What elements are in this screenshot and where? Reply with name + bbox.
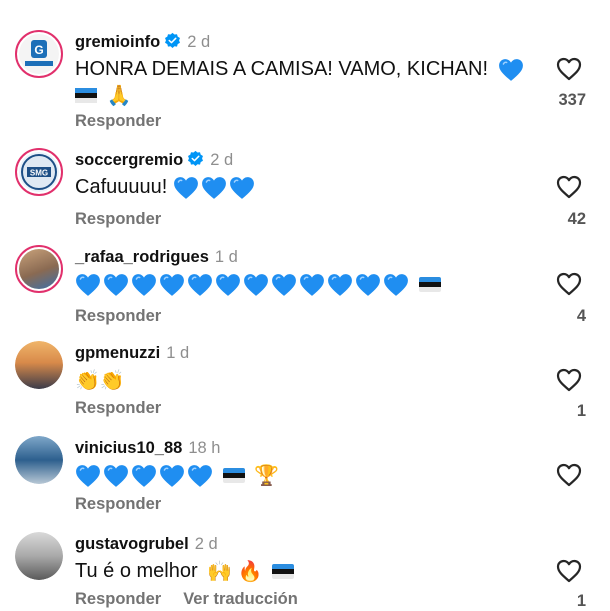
fire-icon: 🔥 (237, 560, 263, 583)
reply-button[interactable]: Responder (75, 590, 161, 608)
estonia-flag-icon (223, 468, 245, 483)
comment-text-line2: 🙏 (75, 82, 131, 109)
blue-heart-icon (103, 273, 129, 297)
blue-heart-icon (187, 273, 213, 297)
comment-header: vinicius10_88 18 h (75, 438, 220, 458)
estonia-flag-icon (272, 564, 294, 579)
blue-hearts (75, 464, 213, 488)
blue-heart-icon (215, 273, 241, 297)
blue-heart-icon (187, 464, 213, 488)
timestamp: 2 d (210, 151, 234, 169)
comments-list: G gremioinfo 2 d HONRA DEMAIS A CAMISA! V… (0, 0, 610, 610)
username[interactable]: gpmenuzzi (75, 344, 160, 362)
estonia-flag-icon (75, 88, 97, 103)
reply-button[interactable]: Responder (75, 307, 161, 326)
blue-heart-icon (201, 176, 227, 200)
reply-button[interactable]: Responder (75, 399, 161, 418)
reply-row: Responder Ver traducción (75, 590, 298, 609)
blue-hearts (173, 176, 255, 200)
username[interactable]: gustavogrubel (75, 535, 189, 553)
like-heart-icon[interactable] (556, 463, 582, 487)
verified-badge-icon (187, 150, 204, 167)
blue-heart-icon (75, 464, 101, 488)
avatar[interactable]: G (15, 30, 63, 78)
like-heart-icon[interactable] (556, 559, 582, 583)
blue-heart-icon (173, 176, 199, 200)
like-count: 1 (576, 592, 586, 610)
blue-heart-icon (271, 273, 297, 297)
blue-heart-icon (355, 273, 381, 297)
like-count: 4 (576, 307, 586, 325)
reply-button[interactable]: Responder (75, 210, 161, 229)
comment-text: 👏👏 (75, 367, 125, 394)
avatar[interactable] (15, 245, 63, 293)
blue-heart-icon (131, 464, 157, 488)
like-count: 42 (567, 210, 586, 228)
avatar[interactable] (15, 532, 63, 580)
blue-heart-icon (299, 273, 325, 297)
username[interactable]: _rafaa_rodrigues (75, 248, 209, 266)
like-heart-icon[interactable] (556, 175, 582, 199)
comment-header: _rafaa_rodrigues 1 d (75, 247, 238, 267)
blue-heart-icon (383, 273, 409, 297)
raising-hands-icon: 🙌 (207, 560, 233, 583)
blue-heart-icon (75, 273, 101, 297)
timestamp: 2 d (194, 535, 218, 553)
avatar[interactable] (15, 436, 63, 484)
like-count: 1 (576, 402, 586, 420)
reply-button[interactable]: Responder (75, 112, 161, 131)
timestamp: 18 h (188, 439, 221, 457)
gremioinfo-logo-icon: G (25, 40, 53, 66)
trophy-icon: 🏆 (254, 464, 280, 487)
reply-button[interactable]: Responder (75, 495, 161, 514)
avatar[interactable]: SMG (15, 148, 63, 196)
comment-text: 🏆 (75, 462, 279, 489)
comment-text: Cafuuuuu! (75, 174, 255, 200)
username[interactable]: gremioinfo (75, 33, 160, 51)
like-heart-icon[interactable] (556, 57, 582, 81)
timestamp: 1 d (214, 248, 238, 266)
blue-heart-icon (131, 273, 157, 297)
like-count: 337 (558, 91, 586, 109)
blue-heart-icon (159, 464, 185, 488)
blue-heart-icon (498, 58, 524, 82)
comment-header: gremioinfo 2 d (75, 32, 210, 52)
timestamp: 2 d (187, 33, 211, 51)
blue-heart-icon (159, 273, 185, 297)
username[interactable]: soccergremio (75, 151, 183, 169)
comment-text (75, 271, 441, 297)
svg-text:G: G (34, 43, 43, 57)
comment-text: Tu é o melhor 🙌 🔥 (75, 558, 294, 585)
estonia-flag-icon (419, 277, 441, 292)
svg-text:SMG: SMG (30, 169, 48, 178)
timestamp: 1 d (166, 344, 190, 362)
blue-heart-icon (327, 273, 353, 297)
clapping-hands-icon: 👏👏 (75, 369, 125, 392)
comment-header: gustavogrubel 2 d (75, 534, 218, 554)
blue-heart-icon (229, 176, 255, 200)
username[interactable]: vinicius10_88 (75, 439, 182, 457)
blue-heart-icon (103, 464, 129, 488)
like-heart-icon[interactable] (556, 368, 582, 392)
blue-heart-icon (243, 273, 269, 297)
soccergremio-logo-icon: SMG (21, 154, 57, 190)
verified-badge-icon (164, 32, 181, 49)
comment-text: HONRA DEMAIS A CAMISA! VAMO, KICHAN! (75, 56, 524, 82)
comment-header: soccergremio 2 d (75, 150, 233, 170)
like-heart-icon[interactable] (556, 272, 582, 296)
avatar[interactable] (15, 341, 63, 389)
see-translation-link[interactable]: Ver traducción (183, 590, 298, 608)
comment-header: gpmenuzzi 1 d (75, 343, 189, 363)
folded-hands-icon: 🙏 (106, 84, 132, 107)
blue-hearts (75, 273, 409, 297)
